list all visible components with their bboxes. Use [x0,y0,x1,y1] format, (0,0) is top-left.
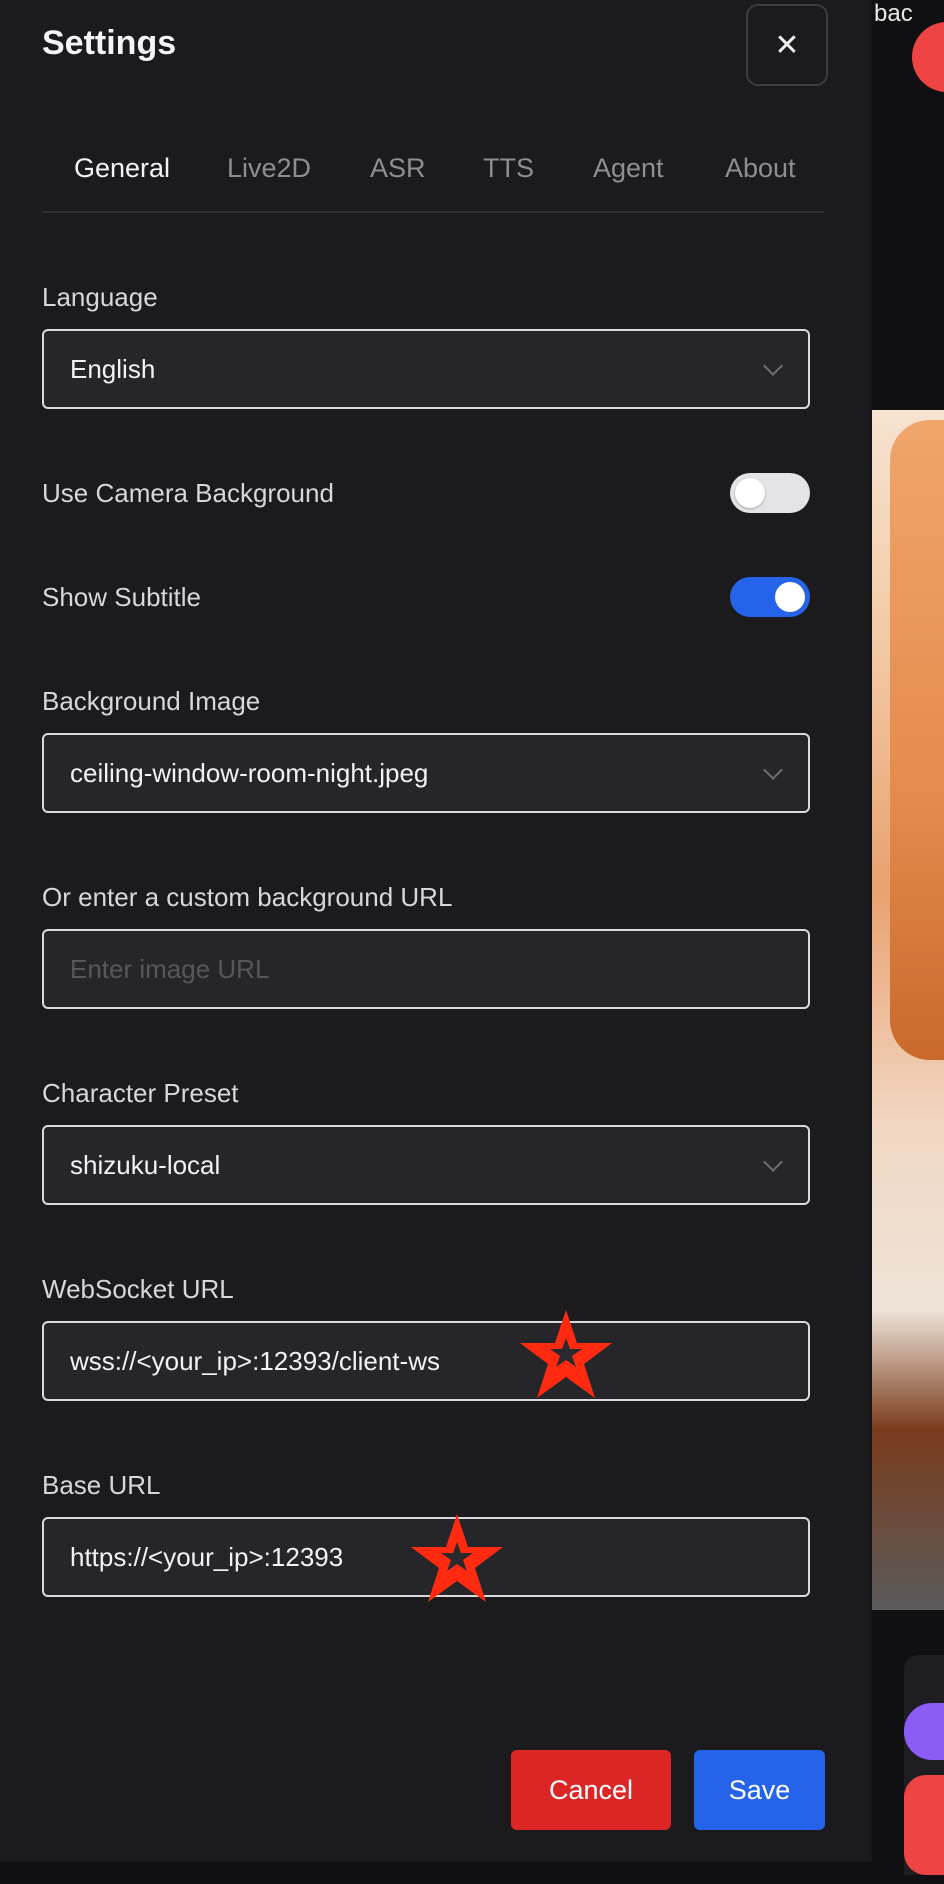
custom-background-url-input[interactable] [42,929,810,1009]
language-value: English [70,353,156,384]
broken-image-alt-text: bac [874,0,913,27]
annotation-star-icon [520,1310,612,1398]
annotation-star-icon [411,1514,503,1602]
websocket-url-input[interactable]: wss://<your_ip>:12393/client-ws [42,1321,810,1401]
toggle-knob [735,478,765,508]
record-indicator[interactable] [912,22,944,92]
background-image-value: ceiling-window-room-night.jpeg [70,757,429,788]
toggle-knob [775,582,805,612]
base-url-label: Base URL [42,1470,161,1500]
page-title: Settings [42,24,177,62]
chevron-down-icon [763,760,783,780]
settings-drawer: Settings ✕ General Live2D ASR TTS Agent … [0,0,869,1862]
background-image-label: Background Image [42,686,261,716]
background-scene: bac [872,0,944,1884]
close-button[interactable]: ✕ [746,4,828,86]
language-label: Language [42,282,158,312]
language-select[interactable]: English [42,329,810,409]
tab-tts[interactable]: TTS [483,153,534,184]
tab-agent[interactable]: Agent [593,153,664,184]
chevron-down-icon [763,356,783,376]
bottom-strip [0,1862,872,1884]
tab-asr[interactable]: ASR [370,153,426,184]
chevron-down-icon [763,1152,783,1172]
websocket-url-value: wss://<your_ip>:12393/client-ws [70,1345,440,1376]
tab-bar: General Live2D ASR TTS Agent About [42,145,824,213]
character-preset-select[interactable]: shizuku-local [42,1125,810,1205]
tab-general[interactable]: General [74,153,170,184]
close-icon: ✕ [774,28,800,62]
tab-live2d[interactable]: Live2D [227,153,311,184]
background-image-select[interactable]: ceiling-window-room-night.jpeg [42,733,810,813]
live2d-character [890,420,944,1060]
show-subtitle-label: Show Subtitle [42,582,201,612]
camera-background-toggle[interactable] [730,473,810,513]
custom-background-label: Or enter a custom background URL [42,882,453,912]
websocket-url-label: WebSocket URL [42,1274,234,1304]
save-button[interactable]: Save [694,1750,825,1830]
base-url-value: https://<your_ip>:12393 [70,1541,344,1572]
tab-about[interactable]: About [725,153,796,184]
show-subtitle-toggle[interactable] [730,577,810,617]
cancel-button[interactable]: Cancel [511,1750,671,1830]
red-action-button[interactable] [904,1775,944,1875]
character-preset-value: shizuku-local [70,1149,221,1180]
character-preset-label: Character Preset [42,1078,239,1108]
camera-background-label: Use Camera Background [42,478,334,508]
